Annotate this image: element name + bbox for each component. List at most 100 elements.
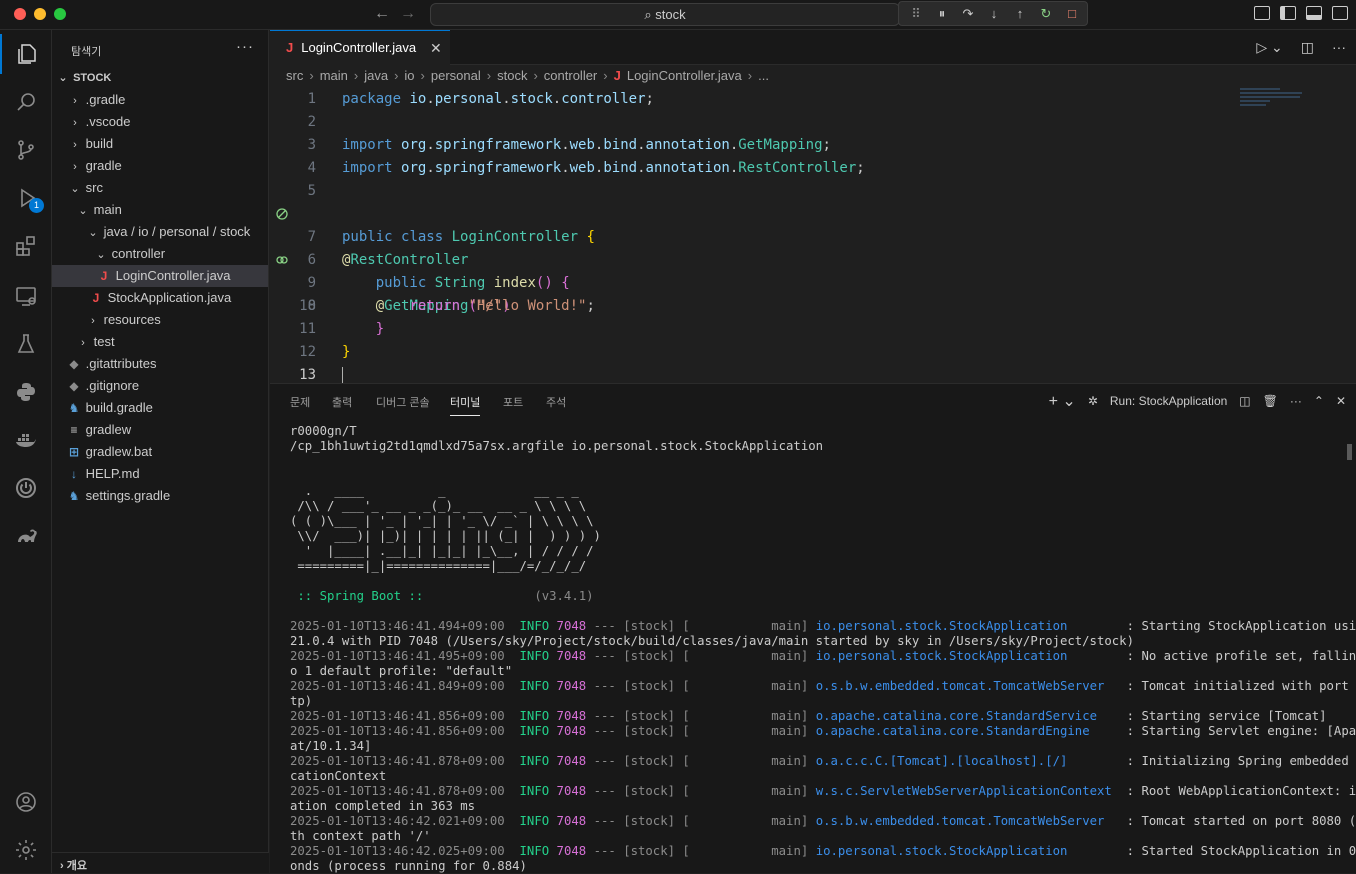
line-number: 4 (307, 160, 316, 176)
tree-file-gradlew-bat[interactable]: ⊞ gradlew.bat (52, 441, 268, 463)
line-number: 9 (307, 275, 316, 291)
tab-debug-console[interactable]: 디버그 콘솔 (376, 394, 430, 410)
outline-section[interactable]: › 개요 (52, 852, 269, 873)
git-file-icon: ◆ (69, 379, 79, 393)
back-arrow-icon[interactable]: ← (374, 5, 390, 23)
outline-label: 개요 (66, 860, 87, 872)
restart-icon[interactable]: ↻ (1035, 6, 1057, 22)
remote-explorer-icon[interactable] (0, 276, 52, 316)
drag-handle-icon[interactable]: ⠿ (905, 6, 927, 22)
breadcrumb-item[interactable]: stock (497, 68, 527, 83)
tree-file-settings-gradle[interactable]: ♞ settings.gradle (52, 485, 268, 507)
split-editor-icon[interactable]: ◫ (1301, 39, 1314, 56)
terminal-scrollbar[interactable] (1347, 444, 1352, 460)
tree-file-build-gradle[interactable]: ♞ build.gradle (52, 397, 268, 419)
breadcrumb-item[interactable]: personal (431, 68, 481, 83)
run-debug-icon[interactable]: 1 (0, 178, 52, 218)
customize-layout-icon[interactable] (1254, 6, 1270, 20)
command-center-search[interactable]: ⌕ stock (430, 3, 900, 26)
tab-login-controller[interactable]: J LoginController.java ✕ (270, 30, 450, 66)
tree-folder-vscode[interactable]: › .vscode (52, 111, 268, 133)
tab-ports[interactable]: 포트 (503, 394, 523, 410)
split-terminal-icon[interactable]: ◫ (1239, 394, 1250, 408)
close-panel-icon[interactable]: ✕ (1336, 394, 1346, 408)
tab-problems[interactable]: 문제 (290, 394, 310, 410)
run-icon[interactable]: ▷ ⌄ (1256, 39, 1282, 56)
java-file-icon: J (92, 291, 100, 305)
tree-item-label: build (85, 136, 114, 151)
log-line: 2025-01-10T13:46:41.878+09:00 INFO 7048 … (290, 784, 1356, 798)
breadcrumb-item[interactable]: java (364, 68, 388, 83)
java-file-icon: J (286, 40, 294, 55)
toggle-panel-icon[interactable] (1306, 6, 1322, 20)
tree-file-gradlew[interactable]: ≡ gradlew (52, 419, 268, 441)
new-terminal-icon[interactable]: + ⌄ (1049, 391, 1076, 411)
workspace-root[interactable]: ⌄ STOCK (52, 67, 268, 89)
source-control-icon[interactable] (0, 130, 52, 170)
window-minimize-button[interactable] (34, 8, 46, 20)
step-over-icon[interactable]: ↷ (957, 6, 979, 22)
breadcrumb-item[interactable]: ... (758, 68, 769, 83)
tree-folder-src[interactable]: ⌄ src (52, 177, 268, 199)
disabled-run-icon[interactable] (276, 208, 288, 220)
tree-folder-gradle[interactable]: › gradle (52, 155, 268, 177)
breadcrumb-item[interactable]: io (404, 68, 414, 83)
tree-folder-test[interactable]: › test (52, 331, 268, 353)
toggle-sidebar-icon[interactable] (1280, 6, 1296, 20)
code-text: public class LoginController { (342, 229, 595, 245)
trash-icon[interactable]: 🗑 (1263, 394, 1278, 408)
tree-folder-build[interactable]: › build (52, 133, 268, 155)
link-endpoint-icon[interactable] (276, 254, 288, 266)
line-number: 5 (307, 183, 316, 199)
gradle-icon[interactable] (0, 516, 52, 556)
tree-folder-gradle-dir[interactable]: › .gradle (52, 89, 268, 111)
window-close-button[interactable] (14, 8, 26, 20)
tab-output[interactable]: 출력 (332, 394, 352, 410)
breadcrumb-item[interactable]: controller (544, 68, 597, 83)
maximize-panel-icon[interactable]: ⌃ (1314, 394, 1324, 408)
more-actions-icon[interactable]: ··· (236, 38, 254, 55)
tree-file-help-md[interactable]: ↓ HELP.md (52, 463, 268, 485)
explorer-icon[interactable] (0, 34, 52, 74)
minimap[interactable] (1240, 88, 1310, 118)
breadcrumb-item[interactable]: LoginController.java (627, 68, 742, 83)
tab-comments[interactable]: 주석 (546, 394, 566, 410)
extensions-icon[interactable] (0, 226, 52, 266)
window-maximize-button[interactable] (54, 8, 66, 20)
testing-flask-icon[interactable] (0, 324, 52, 364)
line-number: 2 (307, 114, 316, 130)
code-text: public String index() { (375, 275, 570, 291)
tree-file-gitattributes[interactable]: ◆ .gitattributes (52, 353, 268, 375)
tree-folder-resources[interactable]: › resources (52, 309, 268, 331)
toggle-secondary-sidebar-icon[interactable] (1332, 6, 1348, 20)
close-icon[interactable]: ✕ (430, 31, 442, 65)
breadcrumb-item[interactable]: main (320, 68, 348, 83)
python-icon[interactable] (0, 372, 52, 412)
spring-banner-line: /\\ / ___'_ __ _ _(_)_ __ __ _ \ \ \ \ (290, 499, 587, 513)
tree-file-login-controller[interactable]: J LoginController.java (52, 265, 268, 287)
docker-icon[interactable] (0, 420, 52, 460)
pause-icon[interactable]: ⏸ (931, 6, 953, 22)
manage-gear-icon[interactable] (0, 830, 52, 870)
forward-arrow-icon[interactable]: → (400, 5, 416, 23)
tree-folder-controller[interactable]: ⌄ controller (52, 243, 268, 265)
chevron-right-icon: › (81, 337, 85, 349)
breadcrumb-item[interactable]: src (286, 68, 303, 83)
search-icon[interactable] (0, 82, 52, 122)
tree-folder-main[interactable]: ⌄ main (52, 199, 268, 221)
more-actions-icon[interactable]: ··· (1290, 394, 1302, 408)
terminal-run-label[interactable]: Run: StockApplication (1110, 394, 1227, 408)
terminal-output[interactable]: r0000gn/T/cp_1bh1uwtig2td1qmdlxd75a7sx.a… (290, 424, 1356, 874)
spring-boot-icon[interactable] (0, 468, 52, 508)
step-out-icon[interactable]: ↑ (1009, 6, 1031, 21)
step-into-icon[interactable]: ↓ (983, 6, 1005, 21)
tree-file-stock-application[interactable]: J StockApplication.java (52, 287, 268, 309)
tab-terminal[interactable]: 터미널 (450, 394, 481, 416)
code-editor[interactable]: 1 package io.personal.stock.controller; 2… (270, 88, 1356, 387)
account-icon[interactable] (0, 782, 52, 822)
more-actions-icon[interactable]: ··· (1332, 39, 1346, 56)
tree-folder-java-package[interactable]: ⌄ java / io / personal / stock (52, 221, 268, 243)
spring-banner-line: ' |____| .__|_| |_|_| |_\__, | / / / / (290, 544, 594, 558)
tree-file-gitignore[interactable]: ◆ .gitignore (52, 375, 268, 397)
stop-icon[interactable]: □ (1061, 6, 1083, 21)
